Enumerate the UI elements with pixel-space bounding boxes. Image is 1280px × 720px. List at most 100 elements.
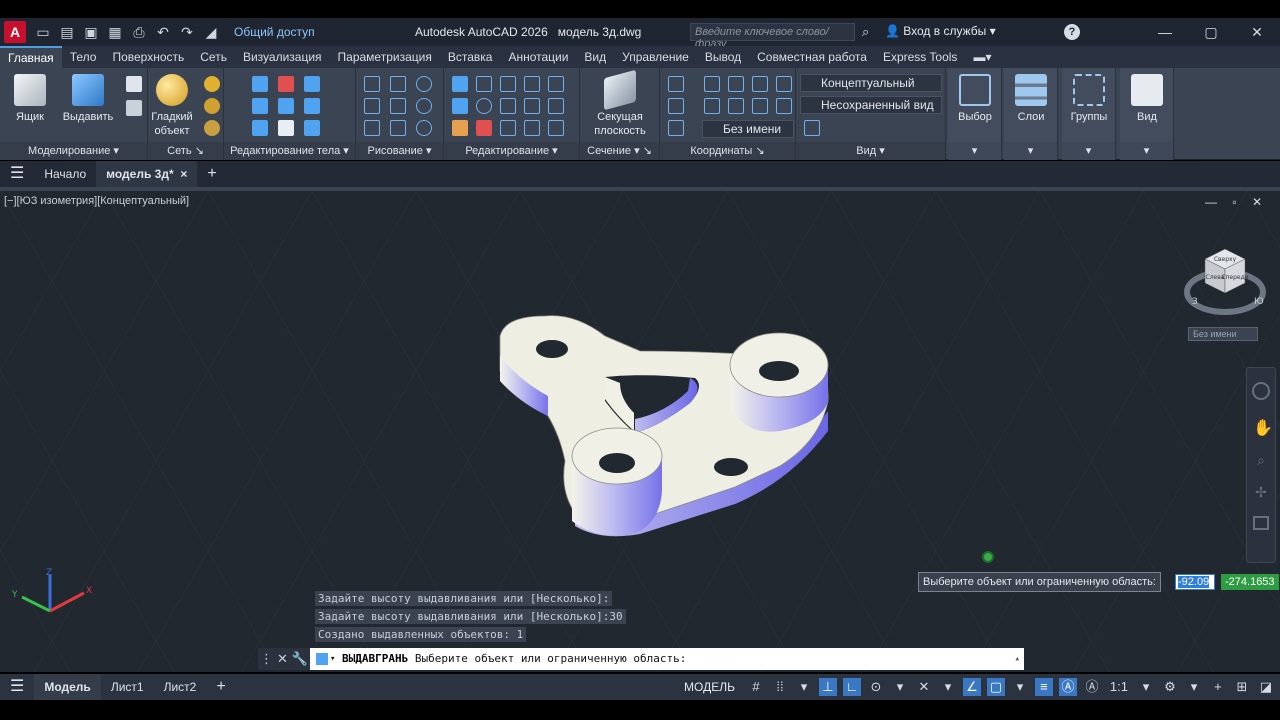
selection-expand[interactable]: ▾ (948, 142, 1001, 160)
draw-panel-title[interactable]: Рисование ▾ (356, 142, 443, 160)
ellipse-icon[interactable] (416, 120, 432, 136)
workspace-dropdown-icon[interactable]: ▾ (1185, 678, 1203, 696)
hamburger-menu-icon[interactable]: ☰ (0, 161, 34, 187)
steering-wheel-icon[interactable] (1252, 382, 1270, 400)
command-icon[interactable] (316, 653, 328, 665)
ucs-world-icon[interactable] (704, 76, 720, 92)
section-panel-title[interactable]: Сечение ▾ ↘ (580, 142, 659, 160)
autocad-logo[interactable]: A (4, 21, 26, 43)
tab-express-tools[interactable]: Express Tools (875, 46, 965, 68)
ucs-zaxis-icon[interactable] (728, 98, 744, 114)
object-snap-icon[interactable]: ▢ (986, 678, 1005, 696)
separate-icon[interactable] (278, 120, 294, 136)
snap-icon[interactable]: ⁞⁞ (771, 678, 789, 696)
tab-layout1[interactable]: Лист1 (101, 674, 154, 700)
rectangle-icon[interactable] (390, 120, 406, 136)
isodraft-dropdown-icon[interactable]: ▾ (939, 678, 957, 696)
viewcube-front[interactable]: Спереди (1221, 274, 1248, 281)
command-input[interactable]: ▾ ВЫДАВГРАНЬ Выберите объект или огранич… (310, 648, 1024, 670)
new-icon[interactable]: ▭ (34, 24, 52, 41)
ucs-object-icon[interactable] (776, 76, 792, 92)
shell-icon[interactable] (304, 120, 320, 136)
save-icon[interactable]: ▣ (82, 24, 100, 41)
modeling-panel-title[interactable]: Моделирование ▾ (0, 142, 147, 160)
grid-array-icon[interactable] (524, 120, 540, 136)
minimize-icon[interactable]: — (1142, 18, 1188, 46)
extract-edges-icon[interactable] (304, 98, 320, 114)
ucs-view-icon[interactable] (668, 98, 684, 114)
viewport-label[interactable]: [−][ЮЗ изометрия][Концептуальный] (4, 195, 189, 207)
panel-layers[interactable]: Слои ▾ (1004, 68, 1058, 160)
tab-surface[interactable]: Поверхность (104, 46, 192, 68)
tab-close-icon[interactable]: × (180, 167, 187, 181)
mesh-refine-icon[interactable] (204, 120, 220, 136)
groups-button[interactable]: Группы (1059, 74, 1119, 124)
grid-icon[interactable]: # (747, 678, 765, 696)
coord-x-input[interactable]: -92.09 (1175, 574, 1215, 590)
smooth-object-button[interactable]: Гладкий объект (144, 74, 200, 138)
layout-menu-icon[interactable]: ☰ (0, 674, 34, 700)
infer-constraints-icon[interactable]: ⊥ (818, 678, 837, 696)
ortho-icon[interactable]: ∟ (842, 678, 861, 696)
mesh-smooth-more-icon[interactable] (204, 98, 220, 114)
ribbon-options-icon[interactable]: ▬▾ (965, 46, 999, 68)
units-icon[interactable]: ⊞ (1233, 678, 1251, 696)
erase-icon[interactable] (476, 120, 492, 136)
tab-model[interactable]: Модель (34, 674, 101, 700)
view-expand[interactable]: ▾ (1120, 142, 1173, 160)
polar-tracking-icon[interactable]: ⊙ (867, 678, 885, 696)
view-button[interactable]: Вид (1117, 74, 1177, 124)
layers-button[interactable]: Слои (1001, 74, 1061, 124)
tab-solid[interactable]: Тело (62, 46, 105, 68)
ucs-named-dropdown[interactable]: Без имени (702, 120, 794, 138)
undo-icon[interactable]: ↶ (154, 24, 172, 41)
snap-dropdown-icon[interactable]: ▾ (795, 678, 813, 696)
move-icon[interactable] (500, 76, 516, 92)
scale-dropdown-icon[interactable]: ▾ (1137, 678, 1155, 696)
cancel-command-icon[interactable]: ✕ (277, 651, 288, 667)
arc-icon[interactable] (416, 76, 432, 92)
command-dropdown-icon[interactable]: ▾ (330, 648, 335, 670)
polar-dropdown-icon[interactable]: ▾ (891, 678, 909, 696)
tab-layout2[interactable]: Лист2 (154, 674, 207, 700)
tab-output[interactable]: Вывод (697, 46, 749, 68)
rotate-icon[interactable] (500, 98, 516, 114)
tab-model-3d[interactable]: модель 3д* × (96, 161, 198, 187)
trim-icon[interactable] (548, 76, 564, 92)
zoom-icon[interactable]: ⌕ (1253, 452, 1269, 468)
ucs-x-icon[interactable] (776, 98, 792, 114)
line-icon[interactable] (390, 76, 406, 92)
tab-start[interactable]: Начало (34, 161, 96, 187)
tab-home[interactable]: Главная (0, 46, 62, 68)
tab-annotate[interactable]: Аннотации (500, 46, 576, 68)
copy-icon[interactable] (500, 120, 516, 136)
offset-icon[interactable] (548, 98, 564, 114)
ucs-icon[interactable] (668, 76, 684, 92)
imprint-icon[interactable] (252, 120, 268, 136)
open-icon[interactable]: ▤ (58, 24, 76, 41)
viewport-config-icon[interactable] (804, 120, 820, 136)
tab-insert[interactable]: Вставка (440, 46, 501, 68)
grip-icon[interactable]: ⋮ (260, 651, 273, 667)
annotation-scale[interactable]: 1:1 (1107, 678, 1131, 696)
annotation-visibility-icon[interactable]: Ⓐ (1058, 678, 1077, 696)
ucs-face-icon[interactable] (752, 76, 768, 92)
mesh-sphere-icon[interactable] (204, 76, 220, 92)
union-icon[interactable] (252, 76, 268, 92)
model-space-toggle[interactable]: МОДЕЛЬ (684, 680, 735, 694)
viewcube-top[interactable]: Сверху (1214, 256, 1237, 263)
showmotion-icon[interactable] (1253, 516, 1269, 530)
explode-icon[interactable] (548, 120, 564, 136)
intersect-icon[interactable] (304, 76, 320, 92)
3d-array-icon[interactable] (476, 98, 492, 114)
wcs-dropdown[interactable]: Без имени (1188, 327, 1258, 341)
subtract-icon[interactable] (278, 76, 294, 92)
3d-model-part[interactable] (0, 191, 1280, 672)
ucs-icon-properties-icon[interactable] (668, 120, 684, 136)
mirror-icon[interactable] (524, 98, 540, 114)
panel-groups[interactable]: Группы ▾ (1062, 68, 1116, 160)
share-button[interactable]: Общий доступ (234, 25, 315, 39)
redo-icon[interactable]: ↷ (178, 24, 196, 41)
help-icon[interactable]: ? (1064, 24, 1080, 40)
tab-collaborate[interactable]: Совместная работа (749, 46, 875, 68)
